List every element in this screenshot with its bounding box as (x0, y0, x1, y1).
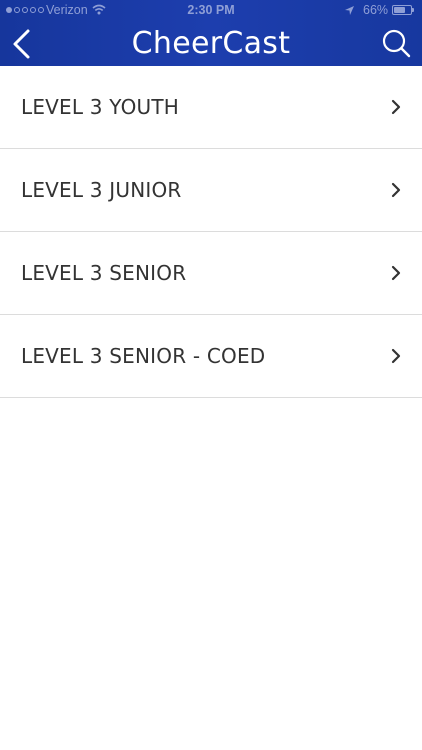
status-time: 2:30 PM (187, 3, 235, 17)
search-button[interactable] (380, 28, 414, 62)
list-item[interactable]: LEVEL 3 SENIOR - COED (0, 315, 422, 398)
battery-level-fill (394, 7, 405, 13)
list-item-label: LEVEL 3 SENIOR - COED (21, 344, 266, 368)
list-item-label: LEVEL 3 YOUTH (21, 95, 180, 119)
chevron-right-icon (391, 182, 401, 198)
list-item[interactable]: LEVEL 3 YOUTH (0, 66, 422, 149)
page-title: CheerCast (131, 26, 291, 61)
battery-icon (392, 5, 414, 15)
chevron-right-icon (391, 99, 401, 115)
app-header: Verizon 2:30 PM 66% CheerCast (0, 0, 422, 66)
chevron-right-icon (391, 348, 401, 364)
location-arrow-icon (345, 6, 354, 15)
battery-tip (412, 8, 414, 12)
list-item-label: LEVEL 3 JUNIOR (21, 178, 182, 202)
search-icon (382, 29, 411, 58)
battery-percent: 66% (363, 3, 389, 17)
list-item-label: LEVEL 3 SENIOR (21, 261, 187, 285)
chevron-right-icon (391, 265, 401, 281)
list-item[interactable]: LEVEL 3 JUNIOR (0, 149, 422, 232)
division-list: LEVEL 3 YOUTH LEVEL 3 JUNIOR LEVEL 3 SEN… (0, 66, 422, 398)
status-bar: Verizon 2:30 PM 66% (0, 0, 422, 22)
list-item[interactable]: LEVEL 3 SENIOR (0, 232, 422, 315)
